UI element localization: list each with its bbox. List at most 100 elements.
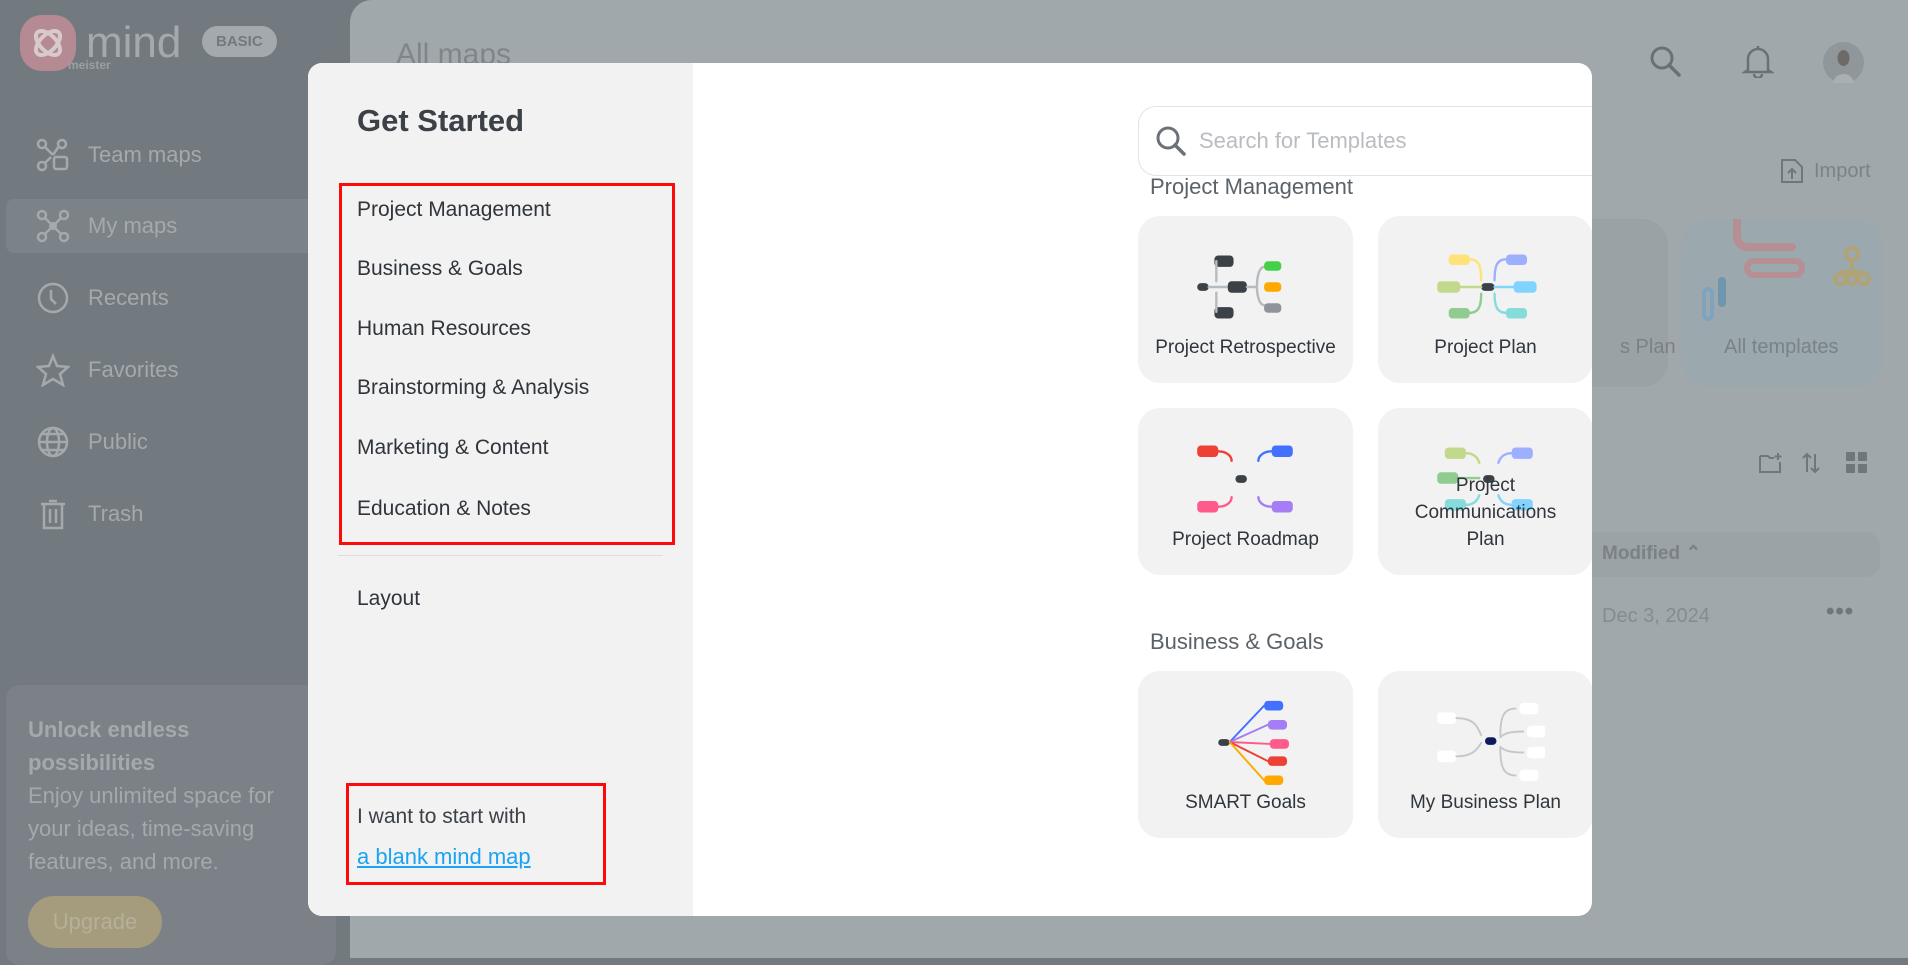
upgrade-button[interactable]: Upgrade: [28, 896, 162, 948]
sidebar-item-public[interactable]: Public: [6, 415, 346, 469]
template-card[interactable]: Project Roadmap: [1138, 408, 1353, 575]
template-card[interactable]: SMART Goals: [1138, 671, 1353, 838]
bell-icon[interactable]: [1740, 44, 1776, 83]
sidebar-item-label: Public: [88, 429, 148, 454]
category-item[interactable]: Marketing & Content: [357, 436, 548, 460]
thumb-node: [1481, 283, 1495, 291]
thumb-node: [1267, 720, 1288, 730]
thumb-node: [1264, 303, 1282, 313]
thumb-link: [1217, 450, 1233, 463]
thumb-node: [1197, 500, 1219, 513]
search-icon[interactable]: [1648, 44, 1682, 83]
blank-mind-map-link[interactable]: a blank mind map: [357, 844, 531, 870]
thumb-link: [1245, 265, 1266, 307]
import-button[interactable]: Import: [1780, 158, 1871, 184]
trash-icon: [41, 499, 65, 530]
sidebar-item-my-maps[interactable]: My maps: [6, 199, 346, 253]
thumb-link: [1257, 450, 1273, 463]
grid-view-icon[interactable]: [1846, 452, 1868, 479]
template-card[interactable]: My Business Plan: [1378, 671, 1592, 838]
template-thumbnail-icon: [1218, 700, 1289, 785]
thumb-link: [1257, 495, 1273, 508]
highlight-box: [339, 183, 675, 545]
thumb-node: [1264, 775, 1284, 785]
thumb-node: [1444, 447, 1466, 459]
category-item[interactable]: Project Management: [357, 198, 551, 222]
template-name: Project Retrospective: [1155, 337, 1336, 358]
sort-icon[interactable]: [1801, 452, 1821, 479]
thumb-node: [1271, 500, 1293, 513]
thumb-link: [1228, 723, 1269, 743]
section-title: Business & Goals: [1150, 629, 1324, 654]
thumb-node: [1218, 739, 1230, 746]
template-name: Project Roadmap: [1172, 529, 1319, 550]
thumb-node: [1437, 712, 1457, 724]
template-search-input[interactable]: [1199, 128, 1592, 154]
sidebar-item-recents[interactable]: Recents: [6, 271, 346, 325]
template-thumbnail-icon: [1437, 254, 1537, 319]
upsell-title: Unlock endless possibilities: [28, 717, 190, 775]
thumb-link: [1228, 741, 1269, 763]
sidebar-item-team-maps[interactable]: Team maps: [6, 128, 346, 182]
sidebar-item-trash[interactable]: Trash: [6, 487, 346, 541]
sidebar-item-label: My maps: [88, 213, 178, 238]
sidebar-item-label: Favorites: [88, 357, 179, 382]
template-card[interactable]: Project Plan: [1378, 216, 1592, 383]
thumb-node: [1519, 769, 1539, 782]
template-thumbnail-icon: [1197, 255, 1282, 319]
row-modified-date: Dec 3, 2024: [1602, 605, 1710, 627]
logo-subtext: meister: [68, 58, 111, 72]
all-templates-label: All templates: [1724, 336, 1839, 358]
section-title: Project Management: [1150, 174, 1353, 199]
template-card[interactable]: Project Retrospective: [1138, 216, 1353, 383]
thumb-node: [1264, 261, 1282, 271]
thumb-node: [1506, 308, 1528, 319]
thumb-link: [1228, 741, 1266, 782]
category-layout[interactable]: Layout: [357, 587, 420, 611]
sidebar-item-label: Recents: [88, 285, 169, 310]
thumb-link: [1497, 452, 1513, 464]
thumb-node: [1437, 281, 1461, 293]
template-thumbnail-icon: [1197, 445, 1293, 513]
thumb-node: [1269, 739, 1289, 749]
sidebar-item-label: Team maps: [88, 142, 202, 167]
all-templates-card[interactable]: All templates: [1682, 219, 1883, 387]
search-icon: [1156, 126, 1186, 156]
template-thumbnail-icon: [1437, 702, 1545, 782]
category-item[interactable]: Brainstorming & Analysis: [357, 376, 589, 400]
modified-column-header[interactable]: Modified ⌃: [1602, 542, 1701, 565]
new-folder-icon[interactable]: [1758, 452, 1782, 479]
template-search-box[interactable]: [1138, 106, 1592, 176]
thumb-node: [1227, 281, 1247, 293]
import-label: Import: [1814, 159, 1871, 182]
templates-illustration-icon: [1702, 219, 1871, 321]
thumb-node: [1506, 254, 1528, 266]
modal-title: Get Started: [357, 103, 525, 138]
row-more-button[interactable]: •••: [1826, 598, 1854, 626]
start-with-text: I want to start with: [357, 805, 527, 828]
thumb-node: [1448, 308, 1470, 319]
thumb-node: [1527, 746, 1545, 759]
upsell-panel: Unlock endless possibilities Enjoy unlim…: [6, 685, 336, 965]
template-name: SMART Goals: [1185, 792, 1306, 813]
thumb-node: [1511, 447, 1533, 459]
thumb-node: [1264, 282, 1282, 292]
globe-icon: [37, 426, 69, 458]
thumb-node: [1519, 702, 1539, 715]
modal-category-panel: Get Started Project Management Business &…: [308, 63, 693, 916]
thumb-node: [1271, 445, 1293, 458]
category-item[interactable]: Education & Notes: [357, 497, 531, 521]
sidebar-item-favorites[interactable]: Favorites: [6, 343, 346, 397]
sort-asc-icon: ⌃: [1685, 543, 1702, 564]
import-icon: [1781, 159, 1803, 183]
team-maps-icon: [36, 138, 69, 172]
thumb-node: [1197, 445, 1219, 458]
thumb-link: [1468, 292, 1483, 314]
category-item[interactable]: Business & Goals: [357, 257, 523, 281]
my-maps-icon: [36, 209, 70, 243]
user-avatar[interactable]: [1823, 42, 1864, 83]
template-card[interactable]: Project Communications Plan: [1378, 408, 1592, 575]
thumb-link: [1228, 704, 1266, 743]
thumb-node: [1197, 283, 1209, 291]
category-item[interactable]: Human Resources: [357, 317, 531, 341]
